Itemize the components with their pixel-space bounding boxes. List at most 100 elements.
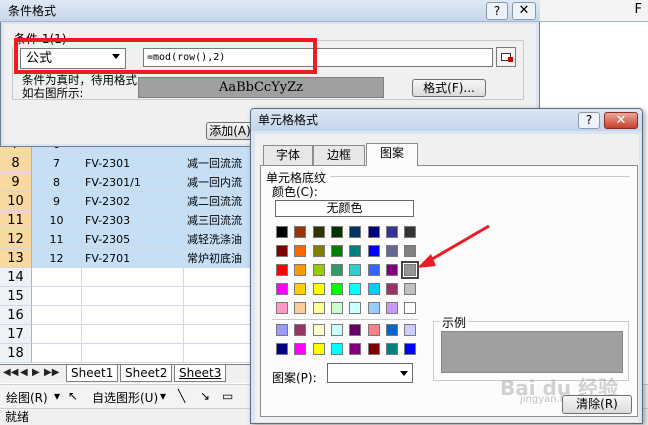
color-swatch[interactable] <box>330 343 343 355</box>
color-swatch[interactable] <box>294 283 307 295</box>
row-header[interactable]: 18 <box>0 344 32 363</box>
color-swatch[interactable] <box>330 245 343 257</box>
table-cell[interactable]: FV-2301/1 <box>82 173 184 192</box>
color-swatch[interactable] <box>276 283 288 295</box>
table-cell[interactable]: 常炉初底油 <box>184 249 254 268</box>
tab-border[interactable]: 边框 <box>313 145 365 165</box>
no-color-button[interactable]: 无颜色 <box>275 200 414 217</box>
row-header[interactable]: 13 <box>0 249 32 268</box>
row-header[interactable]: 9 <box>0 173 32 192</box>
next-sheet-icon[interactable]: ▶ <box>32 367 40 378</box>
color-swatch[interactable] <box>385 302 398 314</box>
color-swatch[interactable] <box>367 283 380 295</box>
color-swatch[interactable] <box>294 245 307 257</box>
color-swatch[interactable] <box>385 343 398 355</box>
table-cell[interactable]: 减三回流流 <box>184 211 254 230</box>
table-cell[interactable]: 11 <box>32 230 82 249</box>
color-swatch[interactable] <box>276 324 288 336</box>
close-icon[interactable]: ✕ <box>512 2 536 20</box>
table-cell[interactable]: FV-2305 <box>82 230 184 249</box>
color-swatch[interactable] <box>330 302 343 314</box>
color-swatch[interactable] <box>404 302 417 314</box>
select-arrow-icon[interactable]: ↖ <box>68 389 78 403</box>
color-swatch[interactable] <box>330 324 343 336</box>
table-cell[interactable] <box>32 344 82 363</box>
color-swatch[interactable] <box>404 343 417 355</box>
chevron-down-icon[interactable] <box>400 371 408 376</box>
color-swatch[interactable] <box>276 245 288 257</box>
color-swatch[interactable] <box>367 343 380 355</box>
color-swatch[interactable] <box>349 245 362 257</box>
row-header[interactable]: 10 <box>0 192 32 211</box>
help-icon[interactable]: ? <box>486 2 508 20</box>
table-cell[interactable] <box>82 344 184 363</box>
color-swatch[interactable] <box>349 343 362 355</box>
color-swatch[interactable] <box>312 264 325 276</box>
column-header-f[interactable]: F <box>540 0 648 22</box>
table-cell[interactable]: 8 <box>32 173 82 192</box>
row-header[interactable]: 12 <box>0 230 32 249</box>
color-swatch[interactable] <box>367 245 380 257</box>
color-swatch[interactable] <box>349 264 362 276</box>
row-header[interactable]: 17 <box>0 325 32 344</box>
table-cell[interactable]: FV-2302 <box>82 192 184 211</box>
color-swatch[interactable] <box>349 283 362 295</box>
color-swatch[interactable] <box>385 324 398 336</box>
table-cell[interactable]: 减一回流流 <box>184 154 254 173</box>
table-cell[interactable] <box>82 268 184 287</box>
color-swatch[interactable] <box>330 264 343 276</box>
row-header[interactable]: 14 <box>0 268 32 287</box>
color-swatch[interactable] <box>312 343 325 355</box>
draw-menu-button[interactable]: 绘图(R) <box>6 389 48 406</box>
sheet-tab-2[interactable]: Sheet2 <box>120 365 173 382</box>
color-swatch[interactable] <box>276 343 288 355</box>
format-button[interactable]: 格式(F)... <box>412 79 486 97</box>
table-cell[interactable]: FV-2701 <box>82 249 184 268</box>
table-cell[interactable] <box>184 325 254 344</box>
color-swatch[interactable] <box>312 324 325 336</box>
line-icon[interactable]: ╲ <box>178 389 185 403</box>
color-swatch[interactable] <box>367 226 380 238</box>
table-cell[interactable]: 减轻洗涤油 <box>184 230 254 249</box>
close-icon[interactable]: ✕ <box>604 112 638 129</box>
table-cell[interactable] <box>32 325 82 344</box>
chevron-down-icon[interactable]: ▾ <box>160 389 166 403</box>
table-cell[interactable]: 12 <box>32 249 82 268</box>
table-cell[interactable] <box>184 287 254 306</box>
arrow-icon[interactable]: ↘ <box>200 389 210 403</box>
row-header[interactable]: 16 <box>0 306 32 325</box>
color-swatch[interactable] <box>385 283 398 295</box>
color-swatch[interactable] <box>312 226 325 238</box>
sheet-tab-3[interactable]: Sheet3 <box>174 365 227 382</box>
color-swatch[interactable] <box>294 302 307 314</box>
range-select-icon[interactable] <box>496 47 516 67</box>
chevron-down-icon[interactable]: ▾ <box>54 389 60 403</box>
row-header[interactable]: 11 <box>0 211 32 230</box>
help-icon[interactable]: ? <box>578 112 600 129</box>
table-cell[interactable] <box>82 306 184 325</box>
prev-sheet-icon[interactable]: ◀ <box>20 367 28 378</box>
table-cell[interactable] <box>32 306 82 325</box>
table-cell[interactable]: 减一回内流 <box>184 173 254 192</box>
color-swatch[interactable] <box>349 302 362 314</box>
row-header[interactable]: 15 <box>0 287 32 306</box>
color-swatch[interactable] <box>276 302 288 314</box>
color-swatch[interactable] <box>367 302 380 314</box>
tab-patterns[interactable]: 图案 <box>366 143 418 166</box>
table-cell[interactable] <box>184 268 254 287</box>
table-cell[interactable]: 减二回流流 <box>184 192 254 211</box>
add-button[interactable]: 添加(A) <box>206 122 254 140</box>
table-cell[interactable]: 10 <box>32 211 82 230</box>
color-swatch[interactable] <box>330 283 343 295</box>
color-swatch[interactable] <box>349 324 362 336</box>
color-swatch[interactable] <box>385 226 398 238</box>
color-swatch[interactable] <box>404 283 417 295</box>
rectangle-icon[interactable]: ▭ <box>222 389 233 403</box>
color-swatch[interactable] <box>385 245 398 257</box>
color-swatch[interactable] <box>276 226 288 238</box>
color-swatch[interactable] <box>367 324 380 336</box>
table-cell[interactable] <box>82 287 184 306</box>
color-swatch[interactable] <box>367 264 380 276</box>
table-cell[interactable] <box>184 344 254 363</box>
color-swatch[interactable] <box>294 226 307 238</box>
